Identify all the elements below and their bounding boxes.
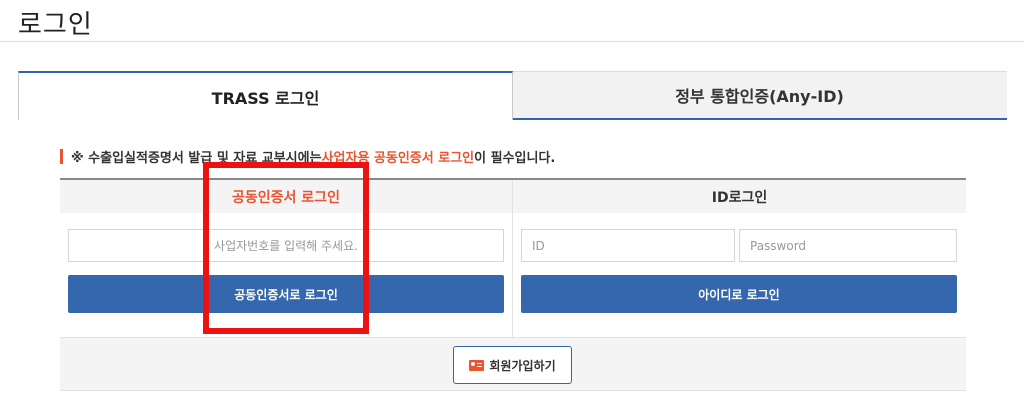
id-input[interactable]: ID — [521, 229, 735, 262]
notice-highlight: 사업자용 공동인증서 로그인 — [321, 151, 475, 166]
id-login-heading: ID로그인 — [513, 180, 966, 213]
notice-suffix: 이 필수입니다. — [474, 151, 556, 166]
id-login-button[interactable]: 아이디로 로그인 — [521, 275, 957, 313]
id-card-icon — [469, 359, 485, 371]
cert-login-button-label: 공동인증서로 로그인 — [234, 287, 338, 302]
cert-login-button[interactable]: 공동인증서로 로그인 — [68, 275, 504, 313]
join-button[interactable]: 회원가입하기 — [453, 346, 572, 384]
cert-login-heading: 공동인증서 로그인 — [60, 180, 512, 213]
notice-prefix: ※ 수출입실적증명서 발급 및 자료 교부시에는 — [71, 151, 322, 166]
id-login-button-label: 아이디로 로그인 — [698, 287, 780, 302]
tab-any-id-login-label: 정부 통합인증(Any-ID) — [675, 87, 844, 106]
column-divider — [512, 180, 513, 337]
id-placeholder: ID — [532, 238, 545, 253]
tab-trass-login[interactable]: TRASS 로그인 — [18, 71, 513, 120]
business-number-input[interactable]: 사업자번호를 입력해 주세요. — [68, 229, 504, 262]
password-placeholder: Password — [750, 238, 807, 253]
tab-trass-login-label: TRASS 로그인 — [211, 88, 320, 108]
password-input[interactable]: Password — [739, 229, 957, 262]
page-title: 로그인 — [18, 10, 93, 40]
title-divider — [0, 41, 1024, 42]
notice-accent-bar — [60, 149, 63, 164]
join-button-label: 회원가입하기 — [489, 358, 556, 373]
login-notice: ※ 수출입실적증명서 발급 및 자료 교부시에는 사업자용 공동인증서 로그인 … — [60, 147, 555, 166]
tab-any-id-login[interactable]: 정부 통합인증(Any-ID) — [512, 71, 1007, 120]
business-number-placeholder: 사업자번호를 입력해 주세요. — [214, 239, 358, 253]
